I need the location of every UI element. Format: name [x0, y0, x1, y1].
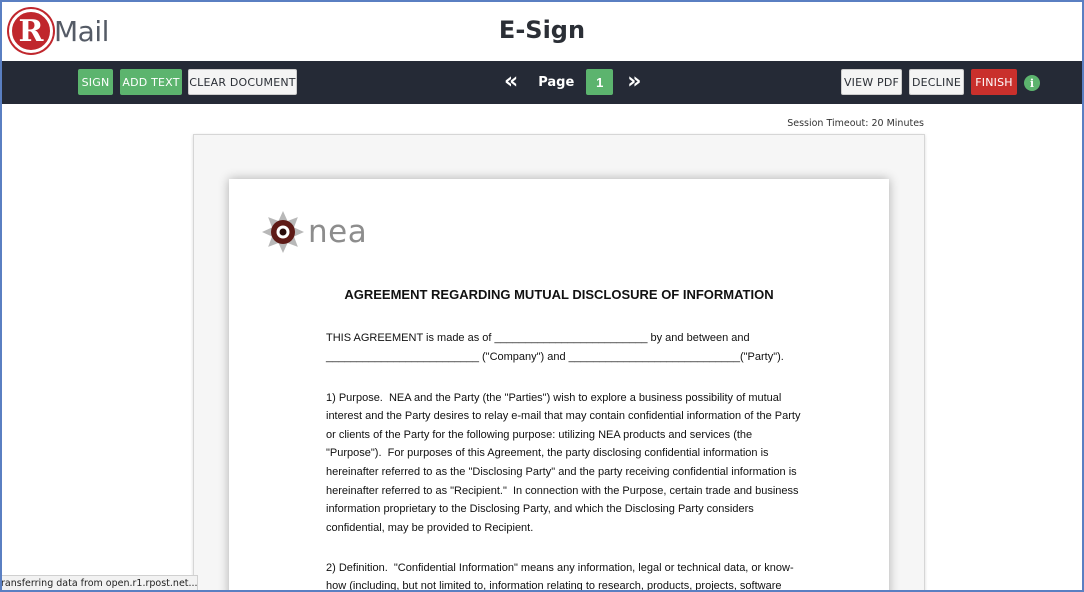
sign-button[interactable]: SIGN: [78, 69, 113, 95]
page-label: Page: [538, 74, 575, 90]
nea-gear-icon: [262, 211, 304, 253]
document-line: "Purpose"). For purposes of this Agreeme…: [326, 447, 769, 459]
info-icon[interactable]: i: [1024, 75, 1040, 91]
document-line: 2) Definition. "Confidential Information…: [326, 562, 794, 574]
nea-logo: nea: [260, 209, 367, 255]
page-number-input[interactable]: 1: [586, 69, 614, 95]
document-line: information proprietary to the Disclosin…: [326, 503, 754, 515]
page-navigator: « Page 1 »: [504, 69, 642, 95]
document-title: AGREEMENT REGARDING MUTUAL DISCLOSURE OF…: [344, 287, 774, 302]
document-line: interest and the Party desires to relay …: [326, 410, 801, 422]
toolbar: SIGN ADD TEXT CLEAR DOCUMENT « Page 1 » …: [0, 61, 1084, 104]
document-line: confidential, may be provided to Recipie…: [326, 522, 534, 534]
document-line: THIS AGREEMENT is made as of ___________…: [326, 332, 750, 344]
document-line: _________________________ ("Company") an…: [326, 351, 784, 363]
page-title: E-Sign: [498, 16, 586, 44]
decline-button[interactable]: DECLINE: [909, 69, 964, 95]
nea-logo-text: nea: [308, 214, 368, 250]
document-line: 1) Purpose. NEA and the Party (the "Part…: [326, 392, 782, 404]
document-line: or clients of the Party for the followin…: [326, 429, 753, 441]
session-timeout: Session Timeout: 20 Minutes: [787, 118, 924, 129]
next-page-icon[interactable]: »: [627, 69, 641, 95]
browser-status-bar: ransferring data from open.r1.rpost.net.…: [0, 575, 198, 592]
view-pdf-button[interactable]: VIEW PDF: [841, 69, 902, 95]
document-line: hereinafter referred to as the "Disclosi…: [326, 466, 797, 478]
header: R Mail E-Sign: [0, 0, 1084, 61]
document-line: how (including, but not limited to, info…: [326, 580, 782, 592]
clear-document-button[interactable]: CLEAR DOCUMENT: [188, 69, 297, 95]
prev-page-icon[interactable]: «: [504, 69, 518, 95]
finish-button[interactable]: FINISH: [971, 69, 1017, 95]
document-line: hereinafter referred to as "Recipient." …: [326, 485, 799, 497]
add-text-button[interactable]: ADD TEXT: [120, 69, 182, 95]
